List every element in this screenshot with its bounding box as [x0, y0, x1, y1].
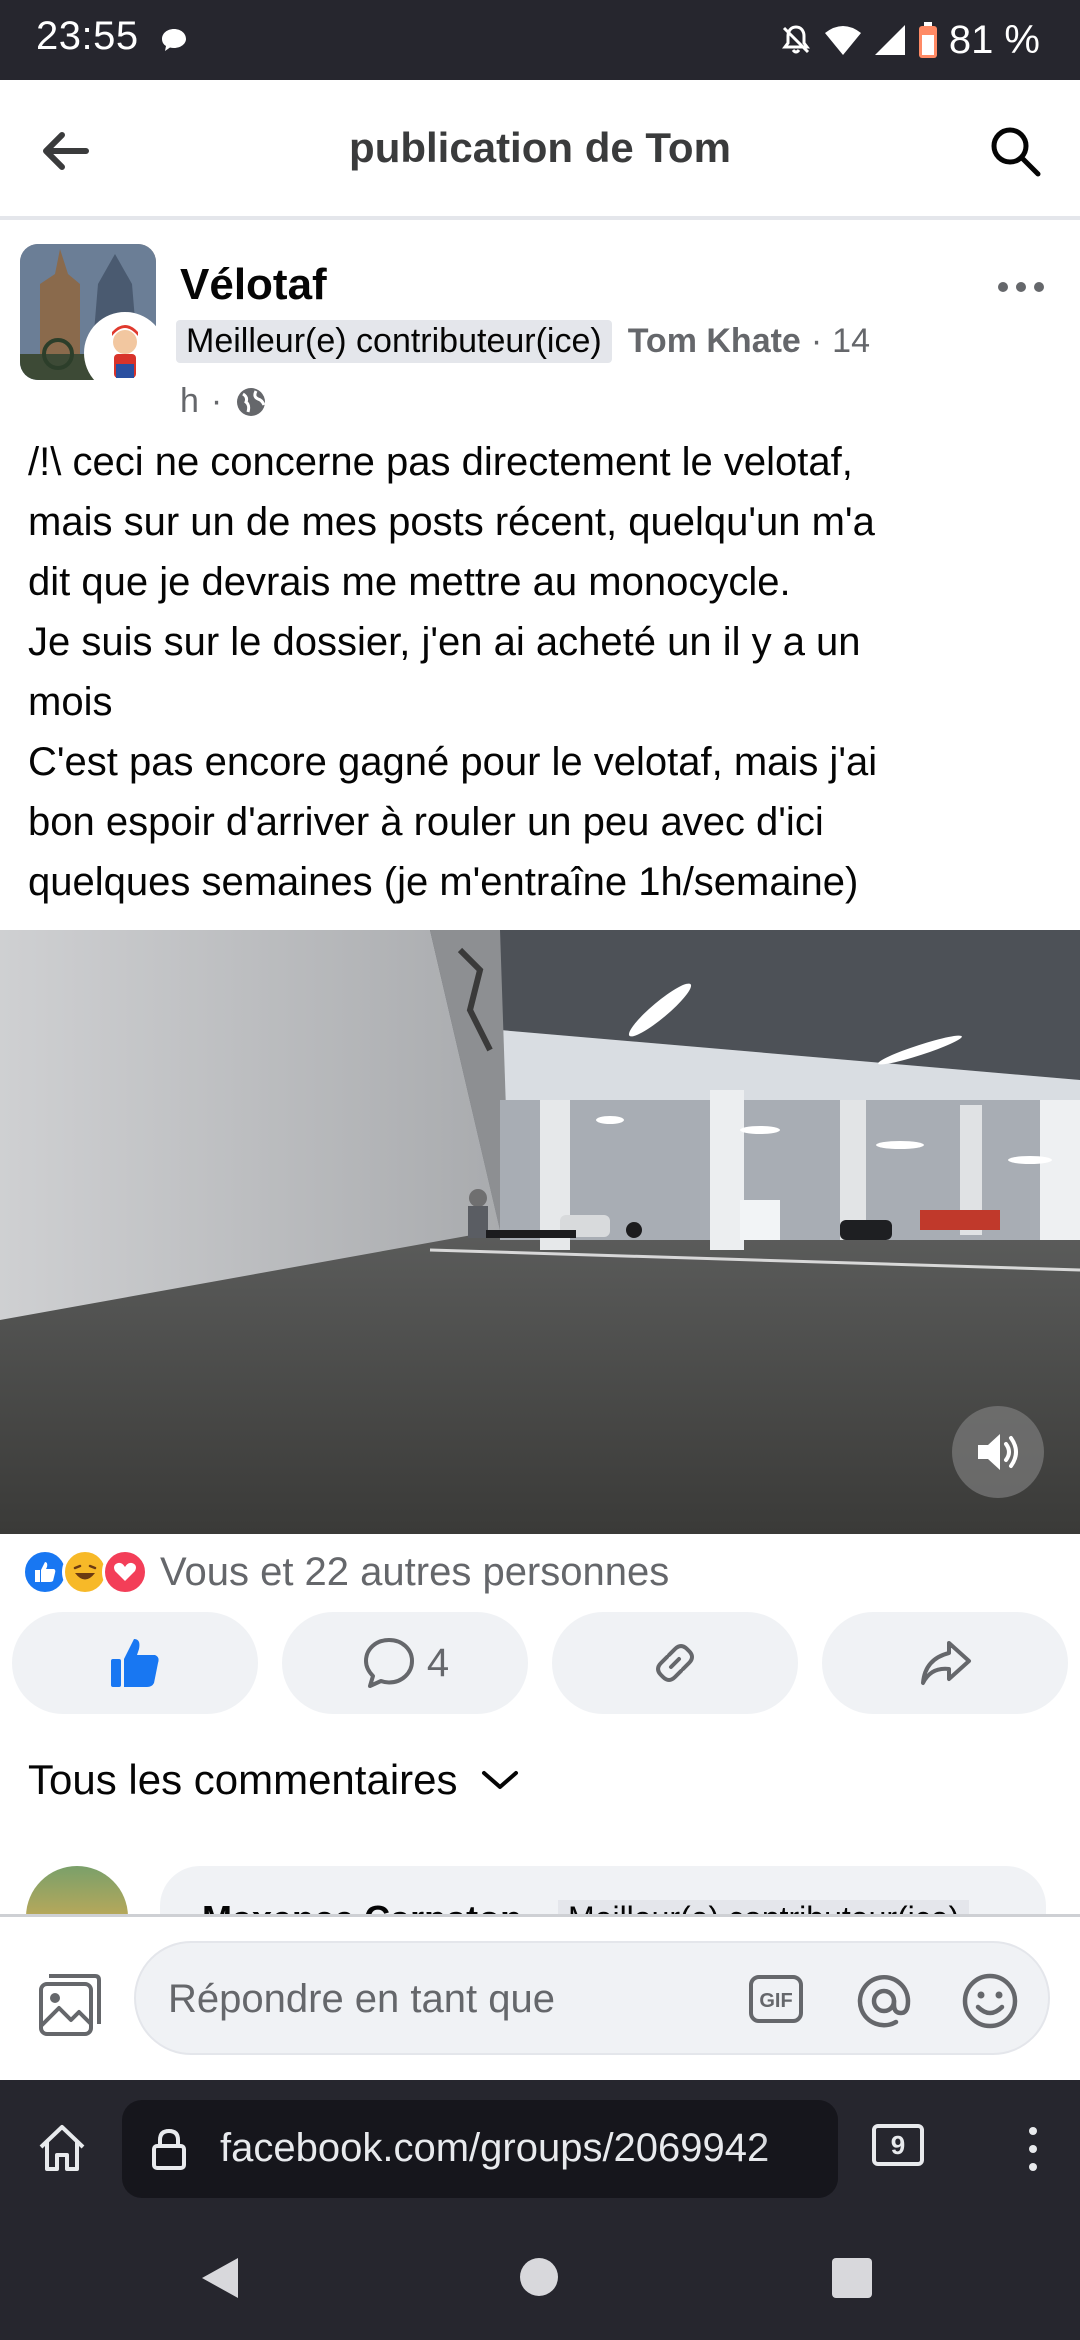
- address-bar[interactable]: facebook.com/groups/2069942: [122, 2100, 838, 2198]
- post-text-line: mois: [28, 680, 113, 724]
- post-text-line: bon espoir d'arriver à rouler un peu ave…: [28, 800, 824, 844]
- meta-separator: ·: [810, 322, 823, 360]
- photo-icon: [39, 1974, 101, 2036]
- link-icon: [656, 1644, 694, 1682]
- battery-percent: 81 %: [948, 17, 1040, 62]
- comments-filter-label: Tous les commentaires: [28, 1756, 458, 1803]
- url-text: facebook.com/groups/2069942: [220, 2126, 770, 2170]
- mention-button[interactable]: [852, 1969, 916, 2033]
- post-meta-row: Meilleur(e) contributeur(ice) Tom Khate …: [176, 320, 870, 363]
- browser-toolbar: facebook.com/groups/2069942 9: [0, 2080, 1080, 2216]
- post-time-row: h ·: [180, 382, 268, 421]
- author-name[interactable]: Tom Khate: [628, 322, 801, 361]
- gif-icon: GIF: [749, 1975, 803, 2023]
- like-button[interactable]: [12, 1612, 258, 1714]
- tabs-button[interactable]: 9: [872, 2124, 924, 2166]
- search-button[interactable]: [980, 116, 1050, 186]
- thumbs-up-icon: [111, 1639, 159, 1687]
- app-header: publication de Tom: [0, 80, 1080, 220]
- video-frame: [0, 930, 1080, 1534]
- photo-button[interactable]: [30, 1965, 110, 2045]
- reply-placeholder: Répondre en tant que: [168, 1977, 555, 2021]
- comment-bubble: Maxence Carpaton Meilleur(e) contributeu…: [160, 1866, 1046, 1918]
- dot-icon: [1029, 2163, 1037, 2171]
- post-text-line: mais sur un de mes posts récent, quelqu'…: [28, 500, 875, 544]
- post-actions: 4: [12, 1612, 1068, 1714]
- more-options-button[interactable]: [986, 272, 1056, 302]
- browser-menu-button[interactable]: [1008, 2114, 1058, 2184]
- user-avatar[interactable]: [84, 312, 166, 394]
- share-button[interactable]: [822, 1612, 1068, 1714]
- nav-recents-button[interactable]: [832, 2258, 872, 2298]
- reply-input[interactable]: Répondre en tant que GIF: [134, 1941, 1050, 2055]
- status-time: 23:55: [36, 14, 139, 58]
- dot-icon: [1029, 2127, 1037, 2135]
- chevron-down-icon: [481, 1771, 518, 1789]
- speaker-icon: [978, 1434, 1018, 1470]
- post-header: Vélotaf Meilleur(e) contributeur(ice) To…: [0, 224, 1080, 424]
- signal-icon: [874, 25, 905, 55]
- reaction-count-text: Vous et 22 autres personnes: [160, 1549, 670, 1594]
- comment-button[interactable]: 4: [282, 1612, 528, 1714]
- copy-link-button[interactable]: [552, 1612, 798, 1714]
- comments-filter[interactable]: Tous les commentaires: [28, 1756, 520, 1804]
- page-title: publication de Tom: [349, 124, 731, 171]
- search-icon: [991, 127, 1041, 177]
- sound-toggle-button[interactable]: [952, 1406, 1044, 1498]
- dot-icon: [1029, 2145, 1037, 2153]
- reaction-icons: [22, 1549, 148, 1595]
- globe-icon: [237, 387, 266, 416]
- share-icon: [921, 1641, 971, 1685]
- post-text-line: Je suis sur le dossier, j'en ai acheté u…: [28, 620, 861, 664]
- comment-icon: [363, 1638, 414, 1688]
- dot-icon: [998, 282, 1008, 292]
- reactions-summary[interactable]: Vous et 22 autres personnes: [22, 1546, 669, 1598]
- url-fade: [758, 2100, 838, 2198]
- svg-text:GIF: GIF: [759, 1990, 792, 2012]
- browser-home-button[interactable]: [30, 2116, 94, 2180]
- lock-icon: [152, 2128, 186, 2170]
- nav-back-icon[interactable]: [198, 2256, 244, 2300]
- contributor-badge: Meilleur(e) contributeur(ice): [176, 320, 612, 363]
- post-time-unit[interactable]: h: [180, 382, 199, 421]
- wifi-icon: [824, 26, 861, 55]
- notifications-off-icon: [781, 25, 810, 54]
- chat-bubble-icon: [162, 29, 186, 51]
- post-time[interactable]: 14: [832, 322, 870, 361]
- at-sign-icon: [857, 1974, 911, 2028]
- dot-icon: [1034, 282, 1044, 292]
- post-text-line: /!\ ceci ne concerne pas directement le …: [28, 440, 853, 484]
- dot-icon: [1016, 282, 1026, 292]
- comment-count: 4: [426, 1640, 450, 1685]
- smiley-icon: [962, 1973, 1018, 2029]
- emoji-button[interactable]: [958, 1969, 1022, 2033]
- nav-home-button[interactable]: [520, 2258, 558, 2296]
- meta-separator-2: ·: [210, 382, 223, 420]
- post-video[interactable]: [0, 930, 1080, 1534]
- post-text-line: C'est pas encore gagné pour le velotaf, …: [28, 740, 878, 784]
- group-name[interactable]: Vélotaf: [180, 260, 327, 310]
- battery-icon: [918, 22, 937, 58]
- comment-avatar[interactable]: [26, 1866, 128, 1918]
- post-text: /!\ ceci ne concerne pas directement le …: [28, 432, 1058, 912]
- status-icons: 81 %: [779, 14, 1040, 66]
- home-icon: [39, 2125, 85, 2171]
- post-text-line: quelques semaines (je m'entraîne 1h/sema…: [28, 860, 859, 904]
- love-reaction-icon: [102, 1549, 148, 1595]
- reply-bar: Répondre en tant que GIF: [0, 1914, 1080, 2080]
- gif-button[interactable]: GIF: [746, 1969, 806, 2029]
- comment-item: Maxence Carpaton Meilleur(e) contributeu…: [0, 1856, 1080, 1918]
- system-nav-bar: [0, 2216, 1080, 2340]
- post-text-line: dit que je devrais me mettre au monocycl…: [28, 560, 791, 604]
- status-bar: 23:55 81 %: [0, 0, 1080, 80]
